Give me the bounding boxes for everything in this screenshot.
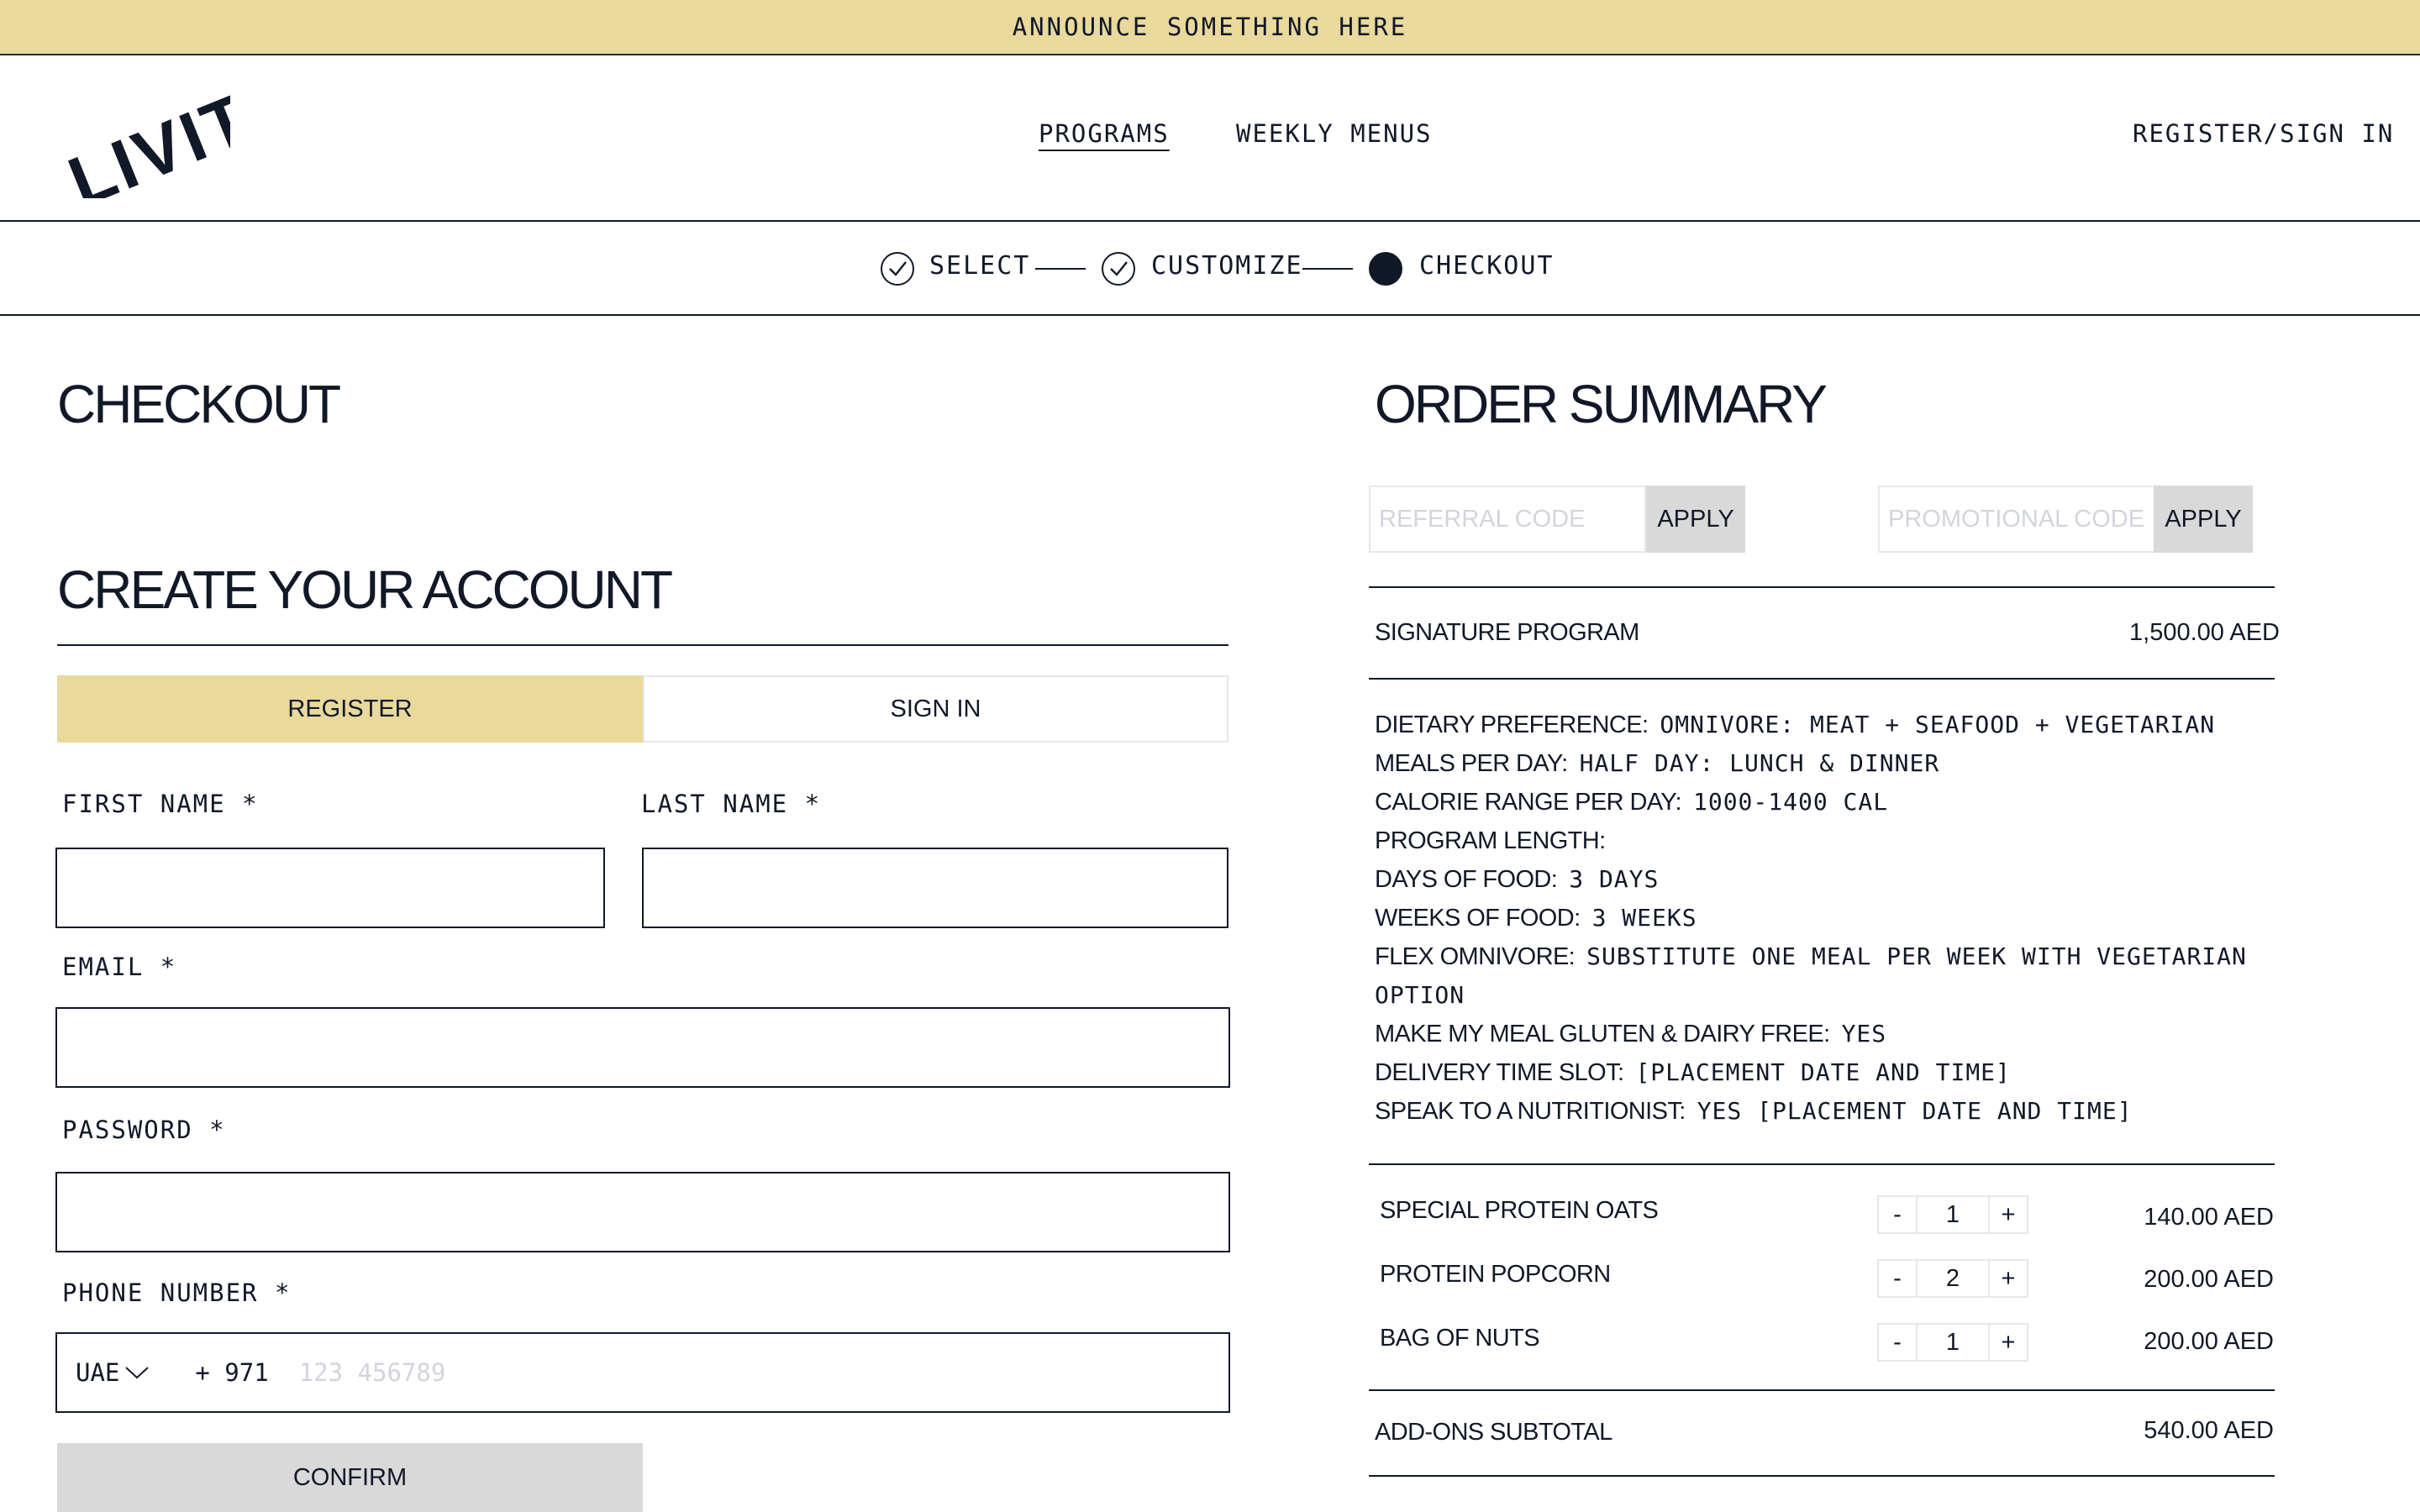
addon-price: 140.00 AED bbox=[2144, 1204, 2274, 1231]
chevron-down-icon bbox=[125, 1367, 150, 1379]
step-connector bbox=[1035, 268, 1086, 270]
page-title: CHECKOUT bbox=[57, 374, 341, 434]
detail-dietary-preference: DIETARY PREFERENCE: OMNIVORE: MEAT + SEAF… bbox=[1375, 711, 2216, 738]
addons-subtotal-label: ADD-ONS SUBTOTAL bbox=[1375, 1419, 1612, 1446]
detail-speak-to-nutritionist: SPEAK TO A NUTRITIONIST: YES [PLACEMENT D… bbox=[1375, 1097, 2133, 1125]
decrease-button[interactable]: - bbox=[1879, 1325, 1916, 1360]
last-name-input[interactable] bbox=[642, 848, 1228, 928]
addon-name: BAG OF NUTS bbox=[1380, 1325, 1540, 1352]
announcement-bar: ANNOUNCE SOMETHING HERE bbox=[0, 0, 2420, 55]
quantity-value[interactable]: 2 bbox=[1916, 1261, 1990, 1296]
site-header: LIVIT PROGRAMS WEEKLY MENUS REGISTER/SIG… bbox=[0, 55, 2420, 222]
nav-programs-link[interactable]: PROGRAMS bbox=[1039, 119, 1170, 148]
step-select-check-icon bbox=[881, 252, 914, 286]
register-sign-in-link[interactable]: REGISTER/SIGN IN bbox=[2133, 119, 2394, 148]
step-checkout-label: CHECKOUT bbox=[1419, 251, 1555, 281]
quantity-stepper: - 1 + bbox=[1877, 1323, 2028, 1362]
addons-subtotal-value: 540.00 AED bbox=[2144, 1417, 2274, 1444]
last-name-label: LAST NAME * bbox=[641, 790, 822, 818]
nav-weekly-menus-link[interactable]: WEEKLY MENUS bbox=[1236, 119, 1433, 148]
country-select[interactable]: UAE bbox=[76, 1358, 150, 1387]
svg-text:LIVIT: LIVIT bbox=[62, 81, 230, 198]
referral-code-input[interactable]: REFERRAL CODE bbox=[1369, 486, 1646, 553]
divider bbox=[1369, 1389, 2275, 1391]
step-checkout-current-icon bbox=[1369, 252, 1402, 286]
order-summary-title: ORDER SUMMARY bbox=[1375, 374, 1828, 434]
checkout-stepper: SELECT CUSTOMIZE CHECKOUT bbox=[0, 222, 2420, 316]
phone-label: PHONE NUMBER * bbox=[62, 1278, 292, 1307]
addon-price: 200.00 AED bbox=[2144, 1266, 2274, 1293]
divider bbox=[1369, 586, 2275, 588]
confirm-button[interactable]: CONFIRM bbox=[57, 1443, 643, 1512]
tab-sign-in[interactable]: SIGN IN bbox=[643, 675, 1228, 743]
first-name-input[interactable] bbox=[55, 848, 605, 928]
addon-name: SPECIAL PROTEIN OATS bbox=[1380, 1197, 1659, 1224]
detail-weeks-of-food: WEEKS OF FOOD: 3 WEEKS bbox=[1375, 904, 1697, 932]
divider bbox=[1369, 1163, 2275, 1165]
promo-apply-button[interactable]: APPLY bbox=[2154, 486, 2253, 553]
detail-flex-omnivore-continued: OPTION bbox=[1375, 981, 1465, 1009]
detail-meals-per-day: MEALS PER DAY: HALF DAY: LUNCH & DINNER bbox=[1375, 749, 1940, 777]
detail-days-of-food: DAYS OF FOOD: 3 DAYS bbox=[1375, 865, 1660, 893]
livit-logo[interactable]: LIVIT bbox=[62, 81, 230, 198]
promo-code-input[interactable]: PROMOTIONAL CODE bbox=[1878, 486, 2155, 553]
detail-flex-omnivore: FLEX OMNIVORE: SUBSTITUTE ONE MEAL PER WE… bbox=[1375, 942, 2247, 970]
email-label: EMAIL * bbox=[62, 953, 177, 981]
divider bbox=[1369, 1475, 2275, 1477]
referral-apply-button[interactable]: APPLY bbox=[1646, 486, 1745, 553]
phone-input[interactable]: 123 456789 bbox=[299, 1358, 446, 1387]
addon-price: 200.00 AED bbox=[2144, 1328, 2274, 1355]
dial-code: + 971 bbox=[195, 1358, 269, 1387]
detail-delivery-time-slot: DELIVERY TIME SLOT: [PLACEMENT DATE AND T… bbox=[1375, 1058, 2011, 1086]
decrease-button[interactable]: - bbox=[1879, 1261, 1916, 1296]
country-value: UAE bbox=[76, 1358, 120, 1387]
addon-name: PROTEIN POPCORN bbox=[1380, 1261, 1611, 1288]
divider bbox=[1369, 678, 2275, 680]
email-input[interactable] bbox=[55, 1007, 1230, 1088]
step-customize-check-icon bbox=[1102, 252, 1135, 286]
divider bbox=[57, 644, 1228, 646]
program-price: 1,500.00 AED bbox=[2129, 619, 2280, 646]
announcement-text: ANNOUNCE SOMETHING HERE bbox=[1012, 13, 1408, 41]
quantity-value[interactable]: 1 bbox=[1916, 1325, 1990, 1360]
step-customize-label: CUSTOMIZE bbox=[1151, 251, 1303, 281]
password-input[interactable] bbox=[55, 1172, 1230, 1252]
first-name-label: FIRST NAME * bbox=[62, 790, 259, 818]
password-label: PASSWORD * bbox=[62, 1116, 226, 1144]
step-select-label: SELECT bbox=[929, 251, 1031, 281]
phone-field: UAE + 971 123 456789 bbox=[55, 1332, 1230, 1413]
quantity-stepper: - 2 + bbox=[1877, 1259, 2028, 1298]
detail-gluten-dairy-free: MAKE MY MEAL GLUTEN & DAIRY FREE: YES bbox=[1375, 1020, 1887, 1047]
create-account-heading: CREATE YOUR ACCOUNT bbox=[57, 559, 673, 620]
detail-calorie-range: CALORIE RANGE PER DAY: 1000-1400 CAL bbox=[1375, 788, 1889, 816]
quantity-stepper: - 1 + bbox=[1877, 1195, 2028, 1234]
program-name: SIGNATURE PROGRAM bbox=[1375, 619, 1639, 646]
tab-register[interactable]: REGISTER bbox=[57, 675, 643, 743]
quantity-value[interactable]: 1 bbox=[1916, 1197, 1990, 1232]
decrease-button[interactable]: - bbox=[1879, 1197, 1916, 1232]
detail-program-length: PROGRAM LENGTH: bbox=[1375, 827, 1606, 854]
step-connector bbox=[1302, 268, 1353, 270]
